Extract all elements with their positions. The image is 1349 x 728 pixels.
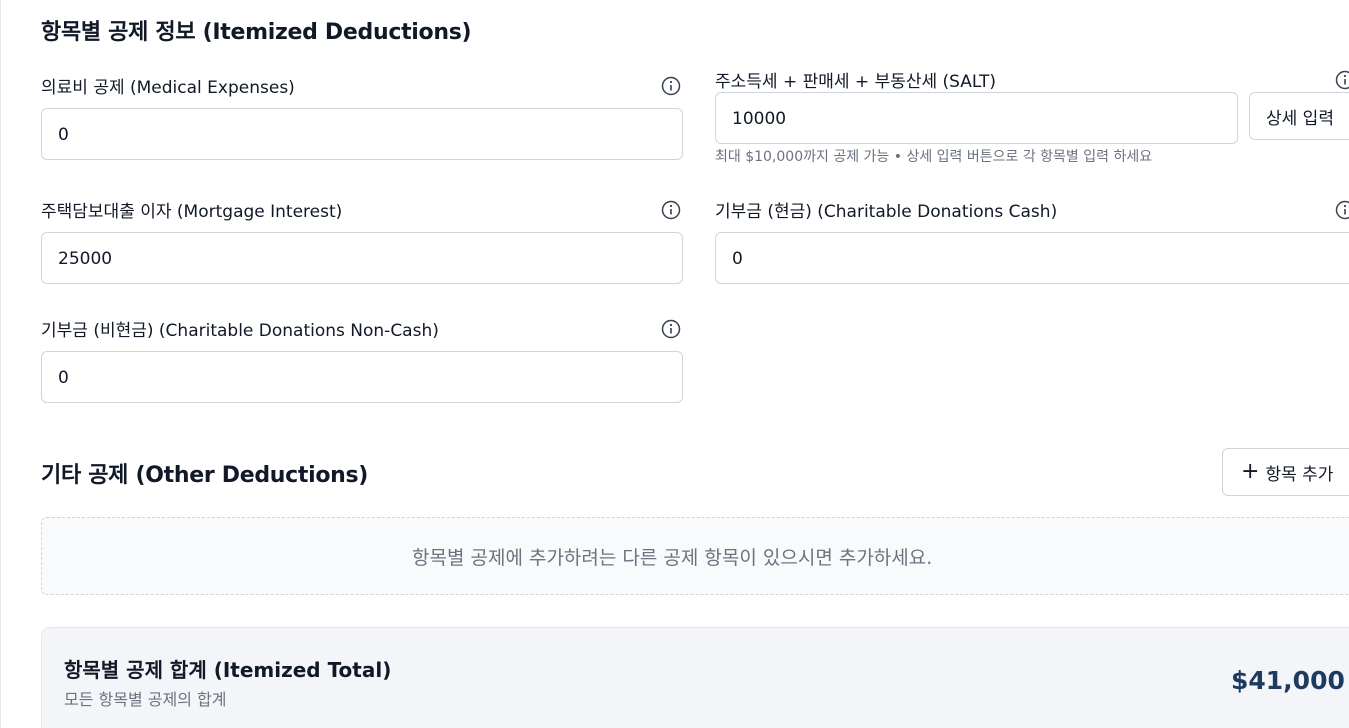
medical-expenses-label: 의료비 공제 (Medical Expenses) — [41, 78, 295, 98]
mortgage-interest-info-icon[interactable] — [661, 200, 681, 220]
salt-label: 주소득세 + 판매세 + 부동산세 (SALT) — [715, 72, 997, 92]
itemized-deductions-page: 항목별 공제 정보 (Itemized Deductions) 의료비 공제 (… — [0, 0, 1349, 728]
medical-expenses-input[interactable]: 0 — [41, 108, 683, 160]
other-deductions-title: 기타 공제 (Other Deductions) — [41, 463, 369, 488]
medical-expenses-info-icon[interactable] — [661, 76, 681, 96]
itemized-total-subtitle: 모든 항목별 공제의 합계 — [64, 690, 227, 709]
salt-info-icon[interactable] — [1335, 70, 1349, 90]
salt-helper-text: 최대 $10,000까지 공제 가능 • 상세 입력 버튼으로 각 항목별 입력… — [715, 149, 1153, 165]
itemized-total-title: 항목별 공제 합계 (Itemized Total) — [64, 658, 392, 682]
salt-detail-button[interactable]: 상세 입력 — [1249, 92, 1349, 140]
mortgage-interest-input[interactable]: 25000 — [41, 232, 683, 284]
salt-input[interactable]: 10000 — [715, 92, 1238, 144]
donations-noncash-input[interactable]: 0 — [41, 351, 683, 403]
donations-noncash-info-icon[interactable] — [661, 319, 681, 339]
donations-noncash-label: 기부금 (비현금) (Charitable Donations Non-Cash… — [41, 321, 439, 341]
donations-cash-input[interactable]: 0 — [715, 232, 1349, 284]
donations-cash-info-icon[interactable] — [1335, 200, 1349, 220]
itemized-total-amount: $41,000 — [1231, 666, 1345, 695]
add-item-label: 항목 추가 — [1265, 464, 1334, 485]
empty-state-message: 항목별 공제에 추가하려는 다른 공제 항목이 있으시면 추가하세요. — [412, 546, 933, 569]
itemized-total-card: 항목별 공제 합계 (Itemized Total) 모든 항목별 공제의 합계… — [41, 627, 1349, 728]
add-item-button[interactable]: + 항목 추가 — [1222, 448, 1349, 496]
donations-cash-label: 기부금 (현금) (Charitable Donations Cash) — [715, 202, 1058, 222]
other-deductions-empty-state: 항목별 공제에 추가하려는 다른 공제 항목이 있으시면 추가하세요. — [41, 517, 1349, 595]
mortgage-interest-label: 주택담보대출 이자 (Mortgage Interest) — [41, 202, 343, 222]
itemized-section-title: 항목별 공제 정보 (Itemized Deductions) — [41, 20, 472, 45]
plus-icon: + — [1241, 459, 1260, 484]
